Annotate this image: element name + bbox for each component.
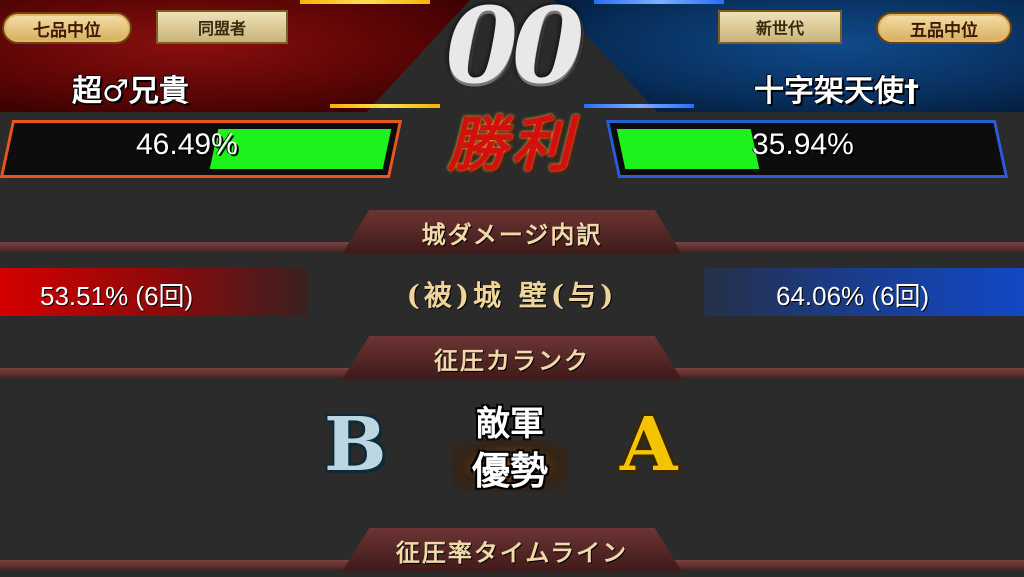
timeline-header: 征圧率タイムライン — [342, 528, 682, 572]
left-banner-trim — [300, 0, 430, 4]
left-wall-damage-value: 53.51% (6回) — [40, 281, 194, 311]
right-hp-fill — [616, 129, 760, 169]
right-guild-badge[interactable]: 新世代 — [718, 10, 842, 44]
wall-damage-header: 城ダメージ内訳 — [342, 210, 682, 254]
timeline-header-label: 征圧率タイムライン — [395, 537, 629, 567]
right-hp-percent: 35.94% — [752, 128, 854, 161]
left-hp-percent: 46.49% — [136, 128, 238, 161]
right-banner-trim-lower — [584, 104, 694, 108]
victory-label: 勝利 — [447, 110, 575, 180]
left-conquest-rank: B — [324, 402, 387, 488]
right-banner-trim — [594, 0, 724, 4]
conquest-rank-header: 征圧カランク — [342, 336, 682, 380]
wall-damage-header-label: 城ダメージ内訳 — [421, 219, 603, 249]
wall-damage-label: (被)城 壁(与) — [406, 279, 618, 312]
right-wall-damage-value: 64.06% (6回) — [776, 281, 930, 311]
right-conquest-rank: A — [620, 402, 678, 488]
battle-score: 00 — [445, 0, 585, 107]
left-guild-badge[interactable]: 同盟者 — [156, 10, 288, 44]
left-player-name[interactable]: 超♂兄貴 — [72, 66, 189, 110]
left-banner-trim-lower — [330, 104, 440, 108]
conquest-rank-header-label: 征圧カランク — [434, 345, 590, 375]
conquest-status-line1: 敵軍 — [476, 404, 544, 444]
right-rank-badge: 五品中位 — [876, 12, 1012, 44]
left-rank-badge: 七品中位 — [2, 12, 132, 44]
conquest-status-line2: 優勢 — [452, 440, 568, 493]
right-player-name[interactable]: 十字架天使† — [754, 66, 919, 110]
